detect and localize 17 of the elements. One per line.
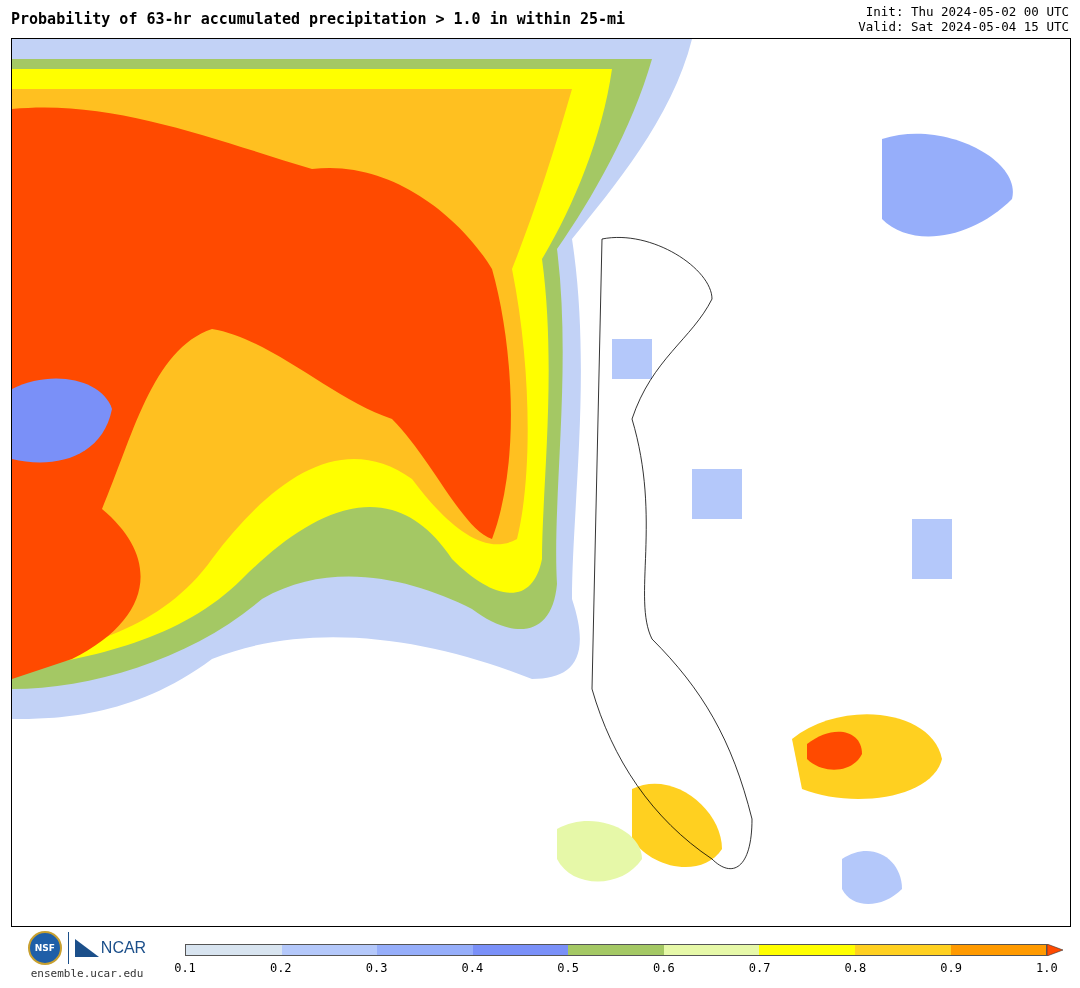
colorbar-tick-label: 0.3 [364,961,389,975]
chart-title: Probability of 63-hr accumulated precipitation > 1.0 in within 25-mi [11,10,626,28]
colorbar-tick-label: 0.6 [652,961,676,975]
ncar-logo-text: NCAR [100,939,147,957]
colorbar-tick-label: 0.8 [843,961,868,975]
site-url: ensemble.ucar.edu [30,967,144,980]
colorbar-tick-label: 0.2 [268,961,293,975]
nsf-seal-logo: NSF [27,931,62,965]
valid-time: Valid: Sat 2024-05-04 15 UTC [858,19,1069,34]
colorbar-tick-label: 0.1 [173,961,197,975]
colorbar-tick-label: 0.9 [939,961,963,975]
ncar-triangle-icon [74,939,99,957]
colorbar-tick-label: 0.4 [460,961,485,975]
init-time: Init: Thu 2024-05-02 00 UTC [865,4,1069,19]
colorbar-tick-label: 0.5 [556,961,580,975]
colorbar-tick-label: 0.7 [747,961,772,975]
colorbar-tick-label: 1.0 [1035,961,1059,975]
